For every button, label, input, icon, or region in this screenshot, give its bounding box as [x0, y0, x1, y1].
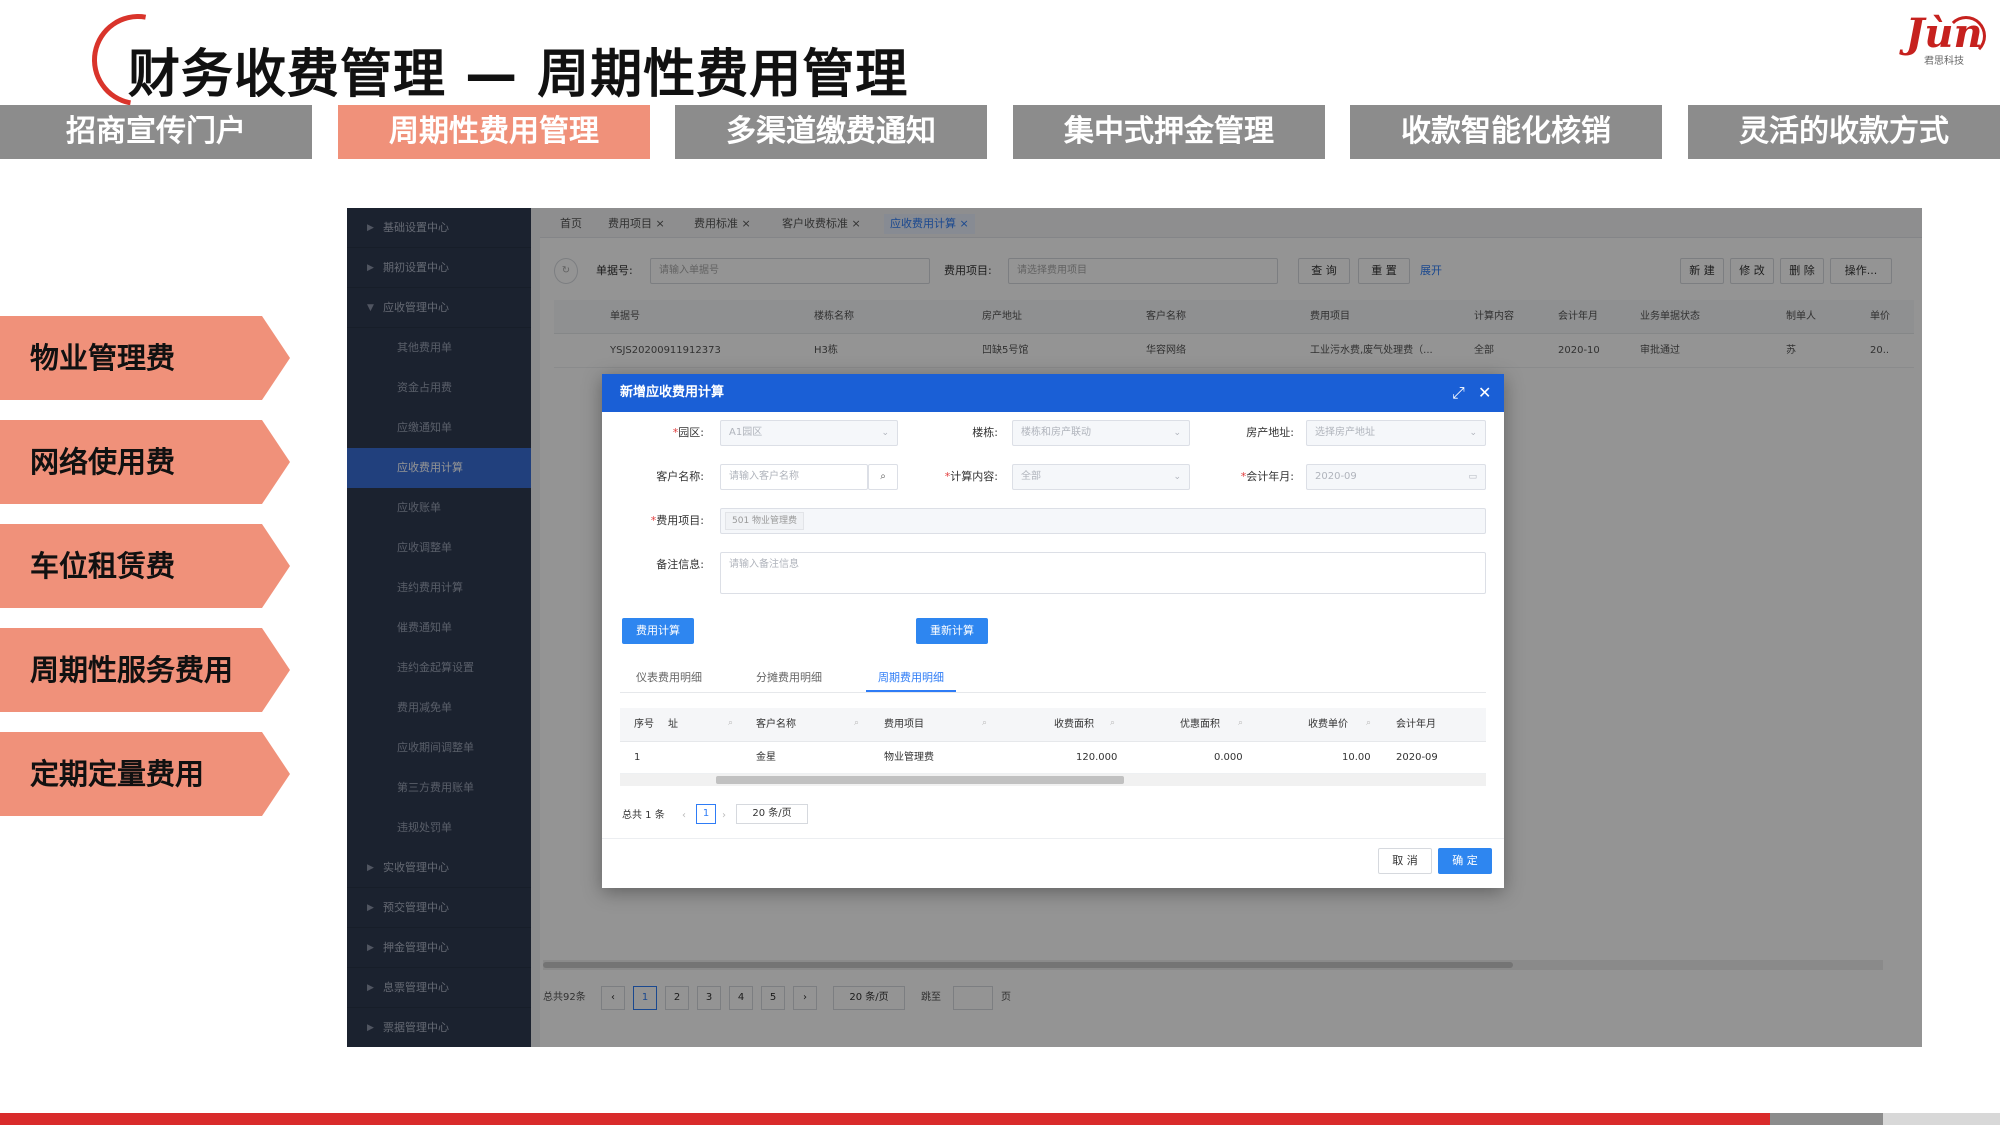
fee-item-field-label: *费用项目: [650, 514, 704, 527]
address-label: 房产地址: [1246, 426, 1294, 439]
detail-pager-page-1[interactable]: 1 [696, 804, 716, 824]
detail-cell: 物业管理费 [884, 752, 934, 763]
ok-button[interactable]: 确 定 [1438, 848, 1492, 874]
detail-header-cell: 客户名称 [756, 719, 796, 730]
fee-type-property: 物业管理费 [0, 316, 290, 400]
detail-cell: 0.000 [1214, 752, 1243, 763]
calc-content-select[interactable]: 全部 ⌄ [1012, 464, 1190, 490]
detail-header-cell: 费用项目 [884, 719, 924, 730]
detail-pager-total: 总共 1 条 [622, 810, 665, 821]
footer-bar-gray [1770, 1113, 1883, 1125]
fee-type-parking: 车位租赁费 [0, 524, 290, 608]
chevron-down-icon: ⌄ [881, 428, 889, 438]
calc-content-label: *计算内容: [944, 470, 998, 483]
period-label: *会计年月: [1240, 470, 1294, 483]
detail-table-header: 序号 址 ⌕ 客户名称 ⌕ 费用项目 ⌕ 收费面积 ⌕ 优惠面积 ⌕ 收费单价 … [620, 708, 1486, 742]
detail-header-cell: 址 [668, 719, 678, 730]
filter-icon: ⌕ [982, 718, 988, 728]
calc-button[interactable]: 费用计算 [622, 618, 694, 644]
detail-header-cell: 收费单价 [1308, 719, 1348, 730]
filter-icon: ⌕ [854, 718, 860, 728]
detail-cell: 1 [634, 752, 641, 763]
detail-header-cell: 优惠面积 [1180, 719, 1220, 730]
dialog-footer-divider [602, 838, 1504, 839]
recalc-button[interactable]: 重新计算 [916, 618, 988, 644]
detail-cell: 2020-09 [1396, 752, 1438, 763]
remark-label: 备注信息: [656, 558, 704, 571]
calendar-icon: ▭ [1468, 472, 1477, 482]
tab-periodic-detail[interactable]: 周期费用明细 [866, 664, 956, 692]
tab-portal[interactable]: 招商宣传门户 [0, 105, 312, 159]
detail-tabs-divider [620, 692, 1486, 693]
pager-prev-icon[interactable]: ‹ [682, 804, 686, 828]
footer-bar-red [0, 1113, 1770, 1125]
fee-type-network: 网络使用费 [0, 420, 290, 504]
pager-next-icon[interactable]: › [722, 804, 726, 828]
company-logo: Jùn 君思科技 [1898, 12, 1990, 74]
page-title: 财务收费管理 — 周期性费用管理 [128, 45, 909, 105]
scrollbar-thumb[interactable] [716, 776, 1124, 784]
address-select[interactable]: 选择房产地址 ⌄ [1306, 420, 1486, 446]
tab-write-off[interactable]: 收款智能化核销 [1350, 105, 1662, 159]
fee-type-periodic-service: 周期性服务费用 [0, 628, 290, 712]
detail-cell: 10.00 [1342, 752, 1371, 763]
filter-icon: ⌕ [1366, 718, 1372, 728]
fee-item-multiselect[interactable]: 501 物业管理费 [720, 508, 1486, 534]
detail-horizontal-scrollbar[interactable] [620, 774, 1486, 786]
chevron-down-icon: ⌄ [1173, 428, 1181, 438]
table-row[interactable]: 1 金星 物业管理费 120.000 0.000 10.00 2020-09 [620, 742, 1486, 774]
close-icon[interactable]: ✕ [1478, 374, 1491, 412]
chevron-down-icon: ⌄ [1173, 472, 1181, 482]
new-fee-calc-dialog: 新增应收费用计算 ⤢ ✕ *园区: A1园区 ⌄ 楼栋: 楼栋和房产联动 ⌄ 房产地… [602, 374, 1504, 888]
filter-icon: ⌕ [728, 718, 734, 728]
chevron-down-icon: ⌄ [1469, 428, 1477, 438]
tab-meter-detail[interactable]: 仪表费用明细 [636, 664, 702, 692]
building-label: 楼栋: [972, 426, 998, 439]
remark-textarea[interactable]: 请输入备注信息 [720, 552, 1486, 594]
detail-cell: 120.000 [1076, 752, 1118, 763]
fee-item-tag: 501 物业管理费 [725, 512, 805, 530]
fee-type-fixed: 定期定量费用 [0, 732, 290, 816]
detail-header-cell: 收费面积 [1054, 719, 1094, 730]
park-label: *园区: [672, 426, 704, 439]
tab-payment-notice[interactable]: 多渠道缴费通知 [675, 105, 987, 159]
tab-payment-methods[interactable]: 灵活的收款方式 [1688, 105, 2000, 159]
customer-input[interactable]: 请输入客户名称 [720, 464, 868, 490]
logo-ring-icon [1946, 16, 1986, 56]
filter-icon: ⌕ [1110, 718, 1116, 728]
detail-pager-size-select[interactable]: 20 条/页 [736, 804, 808, 824]
tab-deposit[interactable]: 集中式押金管理 [1013, 105, 1325, 159]
detail-header-cell: 会计年月 [1396, 719, 1436, 730]
tab-periodic-fee[interactable]: 周期性费用管理 [338, 105, 650, 159]
maximize-icon[interactable]: ⤢ [1452, 374, 1465, 412]
park-select[interactable]: A1园区 ⌄ [720, 420, 898, 446]
detail-cell: 金星 [756, 752, 776, 763]
search-icon[interactable]: ⌕ [868, 464, 898, 490]
tab-allocation-detail[interactable]: 分摊费用明细 [756, 664, 822, 692]
cancel-button[interactable]: 取 消 [1378, 848, 1432, 874]
filter-icon: ⌕ [1238, 718, 1244, 728]
footer-bar-light [1883, 1113, 2000, 1125]
period-picker[interactable]: 2020-09 ▭ [1306, 464, 1486, 490]
dialog-title: 新增应收费用计算 [602, 374, 1504, 412]
logo-subtitle: 君思科技 [1924, 56, 1964, 67]
detail-header-cell: 序号 [634, 719, 654, 730]
customer-label: 客户名称: [656, 470, 704, 483]
building-select[interactable]: 楼栋和房产联动 ⌄ [1012, 420, 1190, 446]
